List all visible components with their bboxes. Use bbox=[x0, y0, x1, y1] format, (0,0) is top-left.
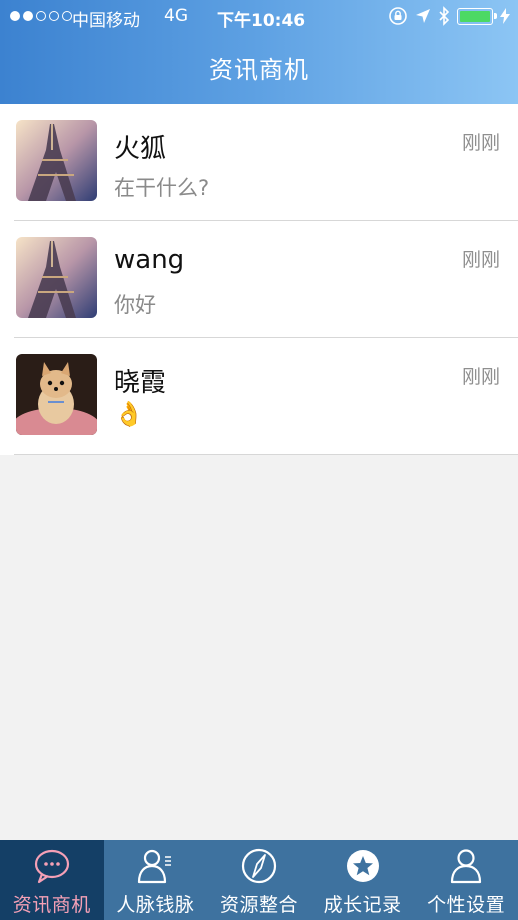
status-time: 下午10:46 bbox=[217, 11, 306, 31]
message-preview: 在干什么? bbox=[114, 176, 210, 200]
contact-name: 火狐 bbox=[114, 134, 167, 164]
eiffel-tower-photo bbox=[16, 237, 97, 318]
avatar bbox=[16, 237, 97, 318]
message-time: 刚刚 bbox=[461, 249, 500, 271]
tab-contacts[interactable]: 人脉钱脉 bbox=[104, 840, 208, 920]
rotation-lock-icon bbox=[389, 7, 407, 25]
charging-bolt-icon bbox=[500, 8, 510, 24]
tab-news-business[interactable]: 资讯商机 bbox=[0, 840, 104, 920]
top-bar: 中国移动 4G 下午10:46 资讯商机 bbox=[0, 0, 518, 104]
tab-label: 成长记录 bbox=[323, 894, 402, 916]
tab-growth[interactable]: 成长记录 bbox=[311, 840, 415, 920]
network-type: 4G bbox=[164, 6, 188, 26]
message-row[interactable]: 晓霞 👌 刚刚 bbox=[0, 338, 518, 455]
tab-label: 资讯商机 bbox=[12, 894, 91, 916]
carrier-name: 中国移动 bbox=[72, 11, 140, 31]
message-preview: 👌 bbox=[114, 400, 144, 428]
compass-icon bbox=[241, 848, 277, 884]
star-icon bbox=[346, 850, 379, 882]
message-time: 刚刚 bbox=[461, 132, 500, 154]
tab-bar: 资讯商机 人脉钱脉 资源整合 成长记录 个性设置 bbox=[0, 840, 518, 920]
status-bar: 中国移动 4G 下午10:46 bbox=[0, 0, 518, 34]
message-row[interactable]: 火狐 在干什么? 刚刚 bbox=[0, 104, 518, 221]
battery-icon bbox=[457, 7, 497, 25]
avatar bbox=[16, 120, 97, 201]
person-icon bbox=[451, 849, 482, 884]
contact-name: 晓霞 bbox=[114, 368, 167, 398]
message-row[interactable]: wang 你好 刚刚 bbox=[0, 221, 518, 338]
location-arrow-icon bbox=[416, 9, 430, 23]
tab-resources[interactable]: 资源整合 bbox=[207, 840, 311, 920]
tab-label: 人脉钱脉 bbox=[116, 894, 195, 916]
message-list: 火狐 在干什么? 刚刚 wang 你好 刚刚 晓霞 👌 刚刚 bbox=[0, 104, 518, 455]
contacts-icon bbox=[138, 849, 172, 884]
signal-strength-icon bbox=[10, 11, 72, 21]
chat-bubble-icon bbox=[34, 849, 69, 884]
page-title: 资讯商机 bbox=[209, 56, 309, 84]
avatar bbox=[16, 354, 97, 435]
row-divider bbox=[14, 454, 518, 455]
message-time: 刚刚 bbox=[461, 366, 500, 388]
puppy-photo bbox=[16, 354, 97, 435]
tab-label: 个性设置 bbox=[427, 894, 506, 916]
contact-name: wang bbox=[114, 245, 185, 275]
message-preview: 你好 bbox=[114, 293, 156, 317]
tab-label: 资源整合 bbox=[219, 894, 298, 916]
bluetooth-icon bbox=[439, 6, 450, 26]
tab-settings[interactable]: 个性设置 bbox=[414, 840, 518, 920]
eiffel-tower-photo bbox=[16, 120, 97, 201]
